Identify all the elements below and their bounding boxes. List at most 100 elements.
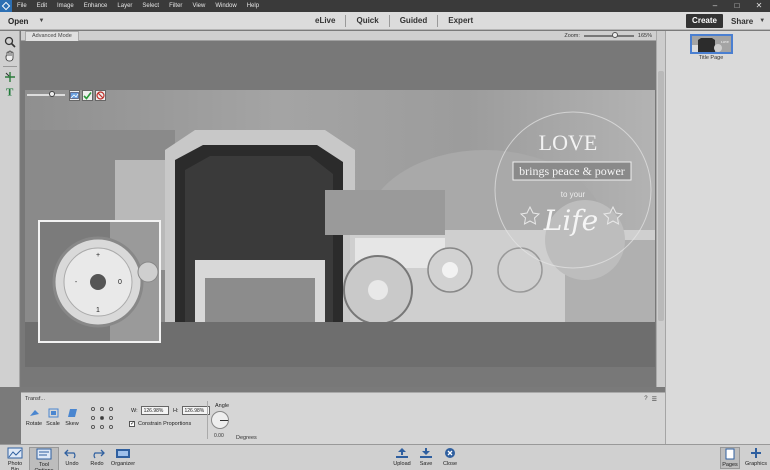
rotate-button[interactable]: Rotate <box>25 408 43 427</box>
tool-options-button[interactable]: Tool Options <box>29 447 59 470</box>
constrain-checkbox[interactable]: ✓ <box>129 421 135 427</box>
redo-label: Redo <box>90 461 104 467</box>
angle-value[interactable]: 0.00 <box>214 433 224 439</box>
svg-text:+: + <box>96 252 100 259</box>
ref-point-bottom-left[interactable] <box>91 425 95 429</box>
options-menu-icon[interactable]: ☰ <box>652 396 657 403</box>
ref-point-left[interactable] <box>91 416 95 420</box>
zoom-tool-icon[interactable] <box>3 35 17 49</box>
help-icon[interactable]: ? <box>644 396 647 403</box>
organizer-icon <box>116 449 130 458</box>
redo-button[interactable]: Redo <box>87 447 107 467</box>
skew-button[interactable]: Skew <box>63 408 81 427</box>
height-label: H: <box>173 407 179 414</box>
redo-icon <box>93 449 105 459</box>
to-your-text: to your <box>561 190 586 199</box>
ref-point-top-left[interactable] <box>91 407 95 411</box>
pages-label: Pages <box>722 462 738 468</box>
window-controls: – □ ✕ <box>704 0 770 12</box>
app-logo-icon <box>0 0 12 12</box>
mode-tabs: eLive Quick Guided Expert <box>305 15 483 27</box>
menu-file[interactable]: File <box>12 3 32 9</box>
organizer-button[interactable]: Organizer <box>110 447 136 467</box>
width-label: W: <box>131 407 138 414</box>
vertical-scrollbar[interactable] <box>656 31 665 387</box>
scrollbar-thumb[interactable] <box>658 71 664 321</box>
photo-bin-button[interactable]: Photo Bin <box>4 447 26 470</box>
share-button[interactable]: Share ▼ <box>728 14 766 28</box>
page-thumbnail[interactable]: LOVE <box>690 34 733 54</box>
ref-point-top[interactable] <box>100 407 104 411</box>
canvas-header: Advanced Mode Zoom: 165% <box>21 31 656 41</box>
hand-tool-icon[interactable] <box>3 49 17 63</box>
height-field[interactable]: 126.98% <box>181 406 210 415</box>
transform-slider-thumb[interactable] <box>49 91 55 97</box>
zoom-slider-thumb[interactable] <box>611 32 618 38</box>
share-label: Share <box>731 16 754 26</box>
zoom-slider[interactable] <box>583 32 634 38</box>
constrain-label: Constrain Proportions <box>138 421 192 427</box>
maximize-button[interactable]: □ <box>726 0 748 12</box>
undo-icon <box>64 449 76 459</box>
degrees-label: Degrees <box>236 435 257 441</box>
close-button[interactable]: Close <box>441 447 459 467</box>
menu-edit[interactable]: Edit <box>32 3 52 9</box>
dial-photo: + 0 - 1 <box>40 222 159 341</box>
tool-options-panel: Transf... Rotate Scale Skew W: 126.98% H… <box>21 392 665 444</box>
commit-checkmark-icon[interactable] <box>82 89 93 101</box>
toolbox-divider <box>3 66 17 67</box>
open-button[interactable]: Open ▼ <box>4 14 44 28</box>
tab-guided[interactable]: Guided <box>388 15 438 27</box>
options-divider <box>207 401 208 439</box>
save-button[interactable]: Save <box>417 447 435 467</box>
tab-elive[interactable]: eLive <box>305 15 345 27</box>
angle-dial[interactable] <box>211 411 229 429</box>
replace-photo-icon[interactable] <box>69 89 80 101</box>
zoom-control: Zoom: 165% <box>564 31 652 41</box>
ref-point-top-right[interactable] <box>109 407 113 411</box>
scale-label: Scale <box>46 421 60 427</box>
skew-icon <box>67 409 77 417</box>
menu-layer[interactable]: Layer <box>112 3 137 9</box>
close-window-button[interactable]: ✕ <box>748 0 770 12</box>
create-button[interactable]: Create <box>686 14 723 28</box>
constrain-proportions[interactable]: ✓ Constrain Proportions <box>129 421 191 427</box>
graphics-label: Graphics <box>744 461 767 467</box>
height-control: H: 126.98% <box>173 406 210 415</box>
move-tool-icon[interactable] <box>3 70 17 84</box>
cancel-icon[interactable] <box>95 89 106 101</box>
transform-commit-bar <box>27 89 106 101</box>
pages-button[interactable]: Pages <box>720 447 740 469</box>
menu-select[interactable]: Select <box>137 3 164 9</box>
tab-quick[interactable]: Quick <box>345 15 388 27</box>
width-field[interactable]: 126.98% <box>140 406 169 415</box>
undo-button[interactable]: Undo <box>62 447 82 467</box>
selected-photo-frame[interactable]: + 0 - 1 <box>38 220 161 343</box>
minimize-button[interactable]: – <box>704 0 726 12</box>
menu-window[interactable]: Window <box>210 3 241 9</box>
mode-bar: Open ▼ eLive Quick Guided Expert Create … <box>0 12 770 30</box>
ref-point-right[interactable] <box>109 416 113 420</box>
menu-image[interactable]: Image <box>52 3 79 9</box>
tool-options-icon <box>36 448 52 460</box>
tab-expert[interactable]: Expert <box>437 15 483 27</box>
transform-slider[interactable] <box>27 91 65 97</box>
ref-point-bottom[interactable] <box>100 425 104 429</box>
graphics-button[interactable]: Graphics <box>744 447 768 467</box>
menu-enhance[interactable]: Enhance <box>79 3 113 9</box>
menu-filter[interactable]: Filter <box>164 3 187 9</box>
scale-button[interactable]: Scale <box>44 408 62 427</box>
menu-view[interactable]: View <box>187 3 210 9</box>
save-label: Save <box>419 461 433 467</box>
upload-button[interactable]: Upload <box>391 447 413 467</box>
advanced-mode-tab[interactable]: Advanced Mode <box>25 31 79 41</box>
ref-point-center[interactable] <box>100 416 104 420</box>
organizer-label: Organizer <box>110 461 136 467</box>
banner-text: brings peace & power <box>519 164 625 178</box>
reference-point-grid[interactable] <box>89 405 117 437</box>
menu-help[interactable]: Help <box>242 3 264 9</box>
type-tool-icon[interactable]: T <box>3 84 17 98</box>
undo-label: Undo <box>65 461 79 467</box>
ref-point-bottom-right[interactable] <box>109 425 113 429</box>
love-text: LOVE <box>539 130 598 155</box>
